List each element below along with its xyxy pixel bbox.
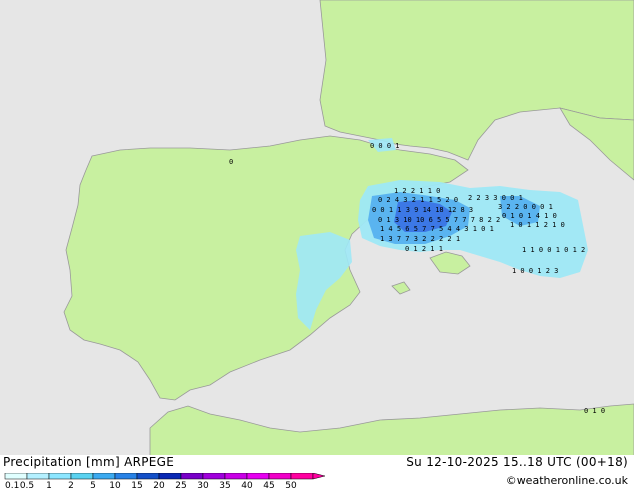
grid-value: 0 0 1 1 3 9 14 18 12 8 3 [372, 206, 473, 214]
grid-value: 0 1 2 1 1 [405, 245, 443, 253]
scale-swatch [114, 473, 138, 480]
grid-value: 0 1 0 [584, 407, 605, 415]
model-name: ARPEGE [124, 455, 175, 469]
grid-value: 0 1 0 1 4 1 0 [502, 212, 557, 220]
color-scale: 0.1 0.5 1 2 5 10 15 20 25 30 35 40 45 50 [4, 473, 326, 489]
scale-tick-label: 2 [68, 481, 74, 489]
scale-tick-label: 45 [263, 481, 274, 489]
footer: Precipitation [mm] ARPEGE Su 12-10-2025 … [0, 455, 634, 490]
scale-swatch [268, 473, 292, 480]
scale-swatch [26, 473, 50, 480]
grid-value: 1 4 5 6 5 7 7 5 4 4 3 1 0 1 [380, 225, 494, 233]
legend-title: Precipitation [mm] [3, 455, 120, 469]
grid-value: 0 2 4 3 2 1 1 5 2 0 [378, 196, 458, 204]
grid-value: 1 3 7 7 3 2 2 2 2 1 [380, 235, 460, 243]
scale-swatch [4, 473, 28, 480]
scale-tick-label: 50 [285, 481, 297, 489]
scale-swatch [92, 473, 116, 480]
scale-swatch [246, 473, 270, 480]
grid-value: 0 [229, 158, 233, 166]
scale-tick-label: 0.5 [20, 481, 34, 489]
scale-swatch [202, 473, 226, 480]
scale-swatch [70, 473, 94, 480]
grid-value: 0 1 3 10 10 6 5 5 7 7 7 8 2 2 [378, 216, 500, 224]
scale-swatch [180, 473, 204, 480]
grid-value: 1 0 0 1 2 3 [512, 267, 558, 275]
precipitation-map: 0 0 0 1 0 1 2 2 1 1 0 0 2 4 3 2 1 1 5 2 … [0, 0, 634, 470]
scale-arrow [312, 473, 326, 480]
scale-tick-label: 30 [197, 481, 209, 489]
scale-swatch [158, 473, 182, 480]
scale-tick-label: 20 [153, 481, 165, 489]
grid-value: 1 2 2 1 1 0 [394, 187, 440, 195]
grid-value: 1 1 0 0 1 0 1 2 [522, 246, 585, 254]
scale-swatch [48, 473, 72, 480]
scale-swatch [224, 473, 248, 480]
legend-header: Precipitation [mm] ARPEGE [3, 455, 174, 469]
scale-tick-label: 40 [241, 481, 253, 489]
grid-value: 0 0 0 1 [370, 142, 400, 150]
scale-swatch [290, 473, 314, 480]
scale-tick-label: 15 [131, 481, 142, 489]
scale-tick-label: 1 [46, 481, 52, 489]
scale-tick-label: 35 [219, 481, 230, 489]
scale-tick-label: 10 [109, 481, 121, 489]
scale-tick-label: 5 [90, 481, 96, 489]
credit-link[interactable]: ©weatheronline.co.uk [506, 474, 628, 487]
grid-value: 1 0 1 1 2 1 0 [510, 221, 565, 229]
scale-swatch [136, 473, 160, 480]
grid-value: 2 2 3 3 0 0 1 [468, 194, 523, 202]
scale-tick-label: 25 [175, 481, 186, 489]
map-canvas: 0 0 0 1 0 1 2 2 1 1 0 0 2 4 3 2 1 1 5 2 … [0, 0, 634, 470]
grid-value: 3 2 2 0 0 0 1 [498, 203, 553, 211]
valid-time: Su 12-10-2025 15..18 UTC (00+18) [406, 455, 628, 469]
scale-tick-label: 0.1 [5, 481, 19, 489]
